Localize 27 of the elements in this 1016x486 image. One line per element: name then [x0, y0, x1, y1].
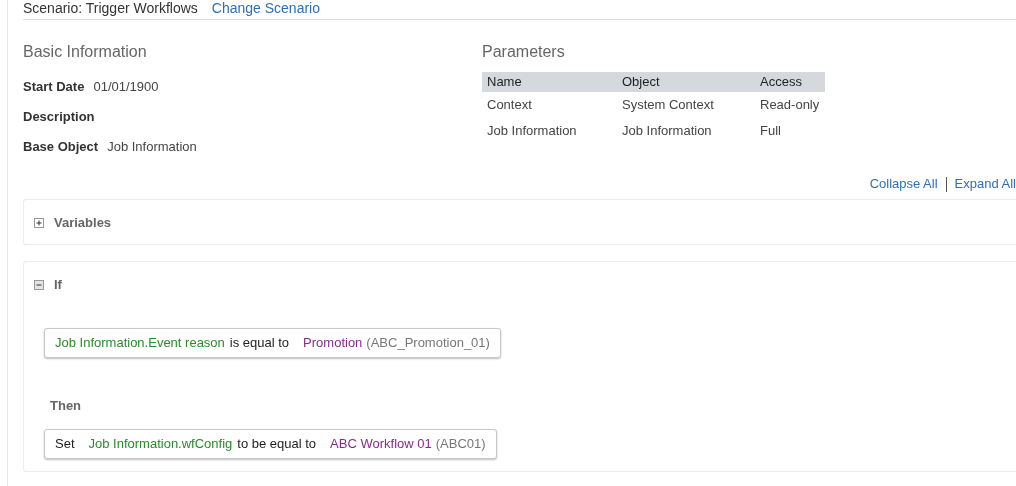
field-value: Job Information [107, 137, 197, 156]
field-label: Start Date [23, 77, 85, 96]
table-cell: Context [482, 92, 617, 118]
collapse-icon[interactable] [34, 280, 44, 290]
scenario-label: Scenario: Trigger Workflows [23, 0, 198, 18]
expand-all-link[interactable]: Expand All [954, 174, 1016, 194]
column-header: Name [482, 72, 617, 92]
expand-icon[interactable] [34, 218, 44, 228]
section-title: Basic Information [23, 42, 148, 62]
change-scenario-link[interactable]: Change Scenario [211, 0, 320, 19]
then-label: Then [50, 396, 83, 415]
table-cell: Read-only [755, 92, 825, 118]
table-cell-text: Job Information [621, 122, 713, 141]
field-value: 01/01/1900 [93, 77, 159, 96]
action-expression[interactable]: Set Job Information.wfConfig to be equal to ABC Workflow 01 (ABC01) [44, 429, 497, 459]
table-cell-text: Job Information [486, 122, 578, 141]
field-label: Base Object [23, 137, 99, 156]
section-title: Parameters [482, 42, 566, 62]
table-cell: System Context [617, 92, 755, 118]
column-header: Access [755, 72, 825, 92]
column-header: Object [617, 72, 755, 92]
collapse-all-link[interactable]: Collapse All [869, 174, 938, 194]
section-heading: If [54, 276, 62, 295]
condition-expression[interactable]: Job Information.Event reason is equal to Promotion (ABC_Promotion_01) [44, 328, 501, 358]
section-heading: Variables [54, 214, 112, 233]
field-label: Description [23, 107, 95, 126]
table-cell-text: Full [759, 122, 782, 141]
